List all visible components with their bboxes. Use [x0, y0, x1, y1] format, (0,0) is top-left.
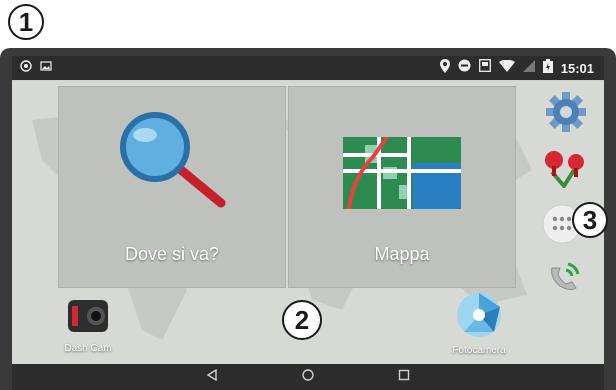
navigation-bar	[12, 364, 604, 390]
location-icon	[439, 58, 450, 78]
camera-app[interactable]: Fotocamera	[446, 292, 512, 356]
image-notification-icon	[40, 59, 52, 77]
map-tile[interactable]: Mappa	[288, 86, 516, 288]
gps-tracking-icon	[20, 59, 32, 77]
phone-icon[interactable]	[544, 256, 584, 301]
camera-label: Fotocamera	[452, 345, 506, 356]
camera-icon	[456, 292, 502, 343]
battery-icon	[542, 58, 553, 78]
map-icon	[343, 135, 461, 214]
dash-cam-label: Dash Cam	[64, 343, 112, 354]
wifi-icon	[498, 59, 515, 77]
home-screen: 15:01 Dove si va? Mappa Dash Cam Fotocam…	[12, 56, 604, 390]
dashcam-icon	[66, 296, 110, 341]
where-to-label: Dove si va?	[124, 244, 220, 264]
callout-3: 3	[572, 202, 608, 238]
dash-cam-app[interactable]: Dash Cam	[58, 296, 118, 354]
home-icon[interactable]	[302, 368, 314, 386]
clock: 15:01	[560, 60, 594, 76]
magnifier-icon	[113, 107, 233, 222]
callout-1: 1	[8, 4, 44, 40]
settings-icon[interactable]	[546, 92, 586, 137]
no-sim-icon	[522, 59, 535, 77]
back-icon[interactable]	[206, 368, 218, 386]
do-not-disturb-icon	[458, 59, 471, 77]
display-icon	[478, 59, 491, 77]
status-bar: 15:01	[12, 56, 604, 80]
recents-icon[interactable]	[398, 368, 410, 386]
callout-2: 2	[282, 300, 322, 340]
saved-pins-icon[interactable]	[542, 148, 588, 193]
map-label: Mappa	[374, 244, 430, 264]
where-to-tile[interactable]: Dove si va?	[58, 86, 286, 288]
